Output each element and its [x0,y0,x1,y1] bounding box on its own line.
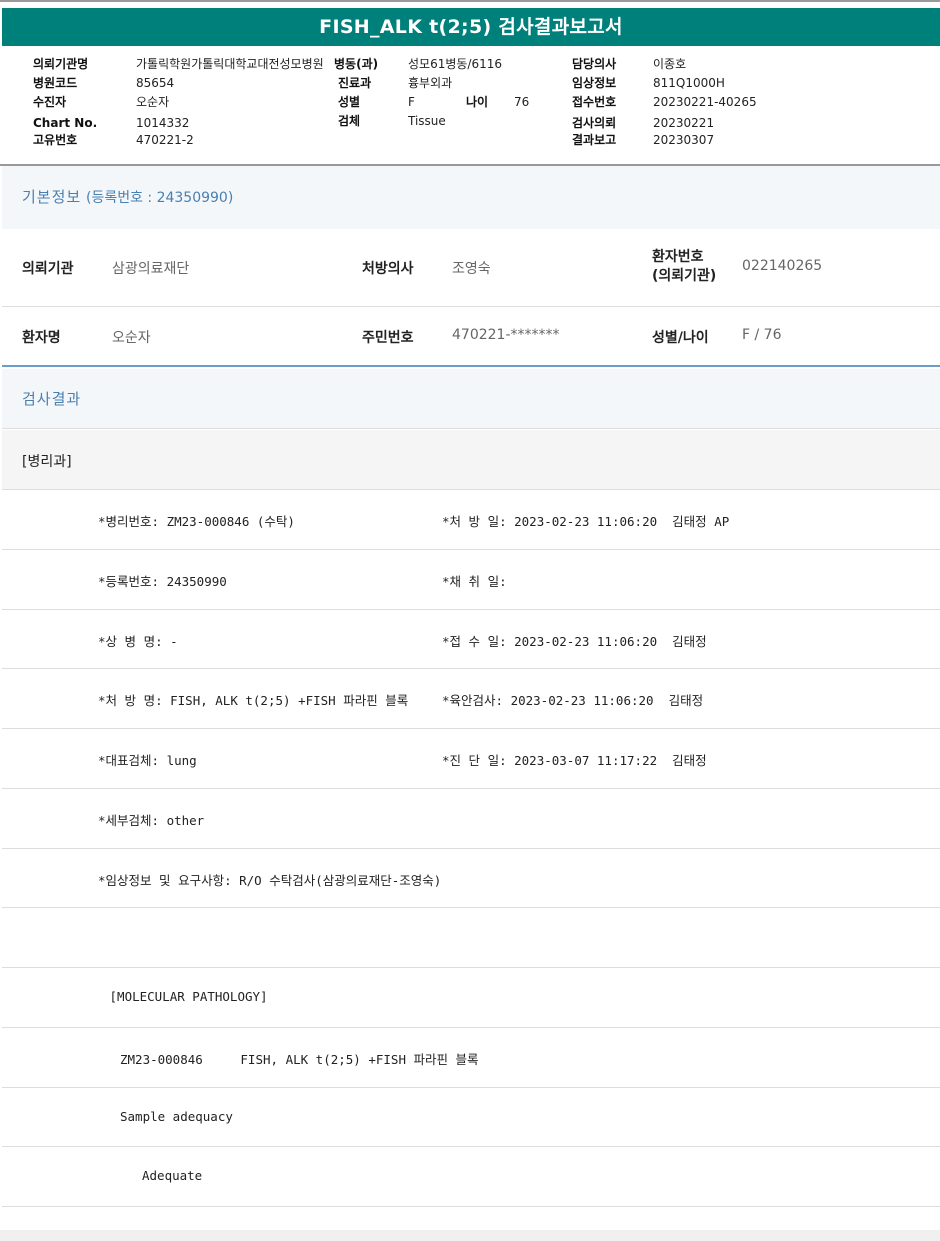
recv-label: 수진자 [33,95,67,109]
code-label: 병원코드 [33,76,78,90]
report-value: 20230307 [653,133,715,147]
pathology-number: *병리번호: ZM23-000846 (수탁) [98,514,295,529]
result-row: Sample adequacy [2,1088,940,1147]
pid-label: 환자번호 [652,249,704,265]
pid-label-sub: (의뢰기관) [652,268,717,284]
main-specimen: *대표검체: lung [98,753,197,768]
doctor-value: 이종호 [653,57,687,71]
result-header: 검사결과 [2,369,940,429]
doctor-label: 담당의사 [572,57,617,71]
sub-specimen: *세부검체: other [98,813,205,828]
bottom-strip [0,1230,940,1241]
result-row: ZM23-000846 FISH, ALK t(2;5) +FISH 파라핀 블… [2,1028,940,1088]
sample-adequacy-value: Adequate [142,1168,203,1183]
diagnosis-name: *상 병 명: - [98,634,178,649]
accession-value: 20230221-40265 [653,95,757,109]
inst-label: 의뢰기관명 [33,57,89,71]
code-value: 85654 [136,76,175,90]
sex-label: 성별 [338,95,361,109]
basic-row-2: 환자명 오순자 주민번호 470221-******* 성별/나이 F / 76 [2,307,940,367]
result-row: *처 방 명: FISH, ALK t(2;5) +FISH 파라핀 블록 *육안… [2,669,940,729]
dept-label: 진료과 [338,76,372,90]
name-value: 오순자 [112,330,151,346]
registration-number: *등록번호: 24350990 [98,574,227,589]
request-value: 20230221 [653,116,715,130]
inst-label: 의뢰기관 [22,261,74,277]
name-label: 환자명 [22,330,61,346]
basic-info-title: 기본정보 [22,188,82,206]
basic-info-header: 기본정보 (등록번호 : 24350990) [2,166,940,229]
chart-value: 1014332 [136,116,190,130]
inst-value: 가톨릭학원가톨릭대학교대전성모병원 [136,57,324,71]
presc-value: 조영숙 [452,261,491,277]
result-row: *상 병 명: - *접 수 일: 2023-02-23 11:06:20 김태정 [2,610,940,669]
accession-label: 접수번호 [572,95,617,109]
sexage-label: 성별/나이 [652,330,709,346]
report-title: FISH_ALK t(2;5) 검사결과보고서 [2,8,940,46]
top-border [0,0,940,2]
result-row: *임상정보 및 요구사항: R/O 수탁검사(삼광의료재단-조영숙) [2,849,940,908]
specimen-label: 검체 [338,114,361,128]
ward-label: 병동(과) [334,57,379,71]
sexage-value: F / 76 [742,327,782,343]
result-row: *세부검체: other [2,789,940,849]
age-label: 나이 [466,95,489,109]
basic-row-1: 의뢰기관 삼광의료재단 처방의사 조영숙 환자번호 (의뢰기관) 02214026… [2,229,940,307]
chart-label: Chart No. [33,116,98,130]
age-value: 76 [514,95,530,109]
uid-label: 고유번호 [33,133,78,147]
ward-value: 성모61병동/6116 [408,57,503,71]
sex-value: F [408,95,415,109]
sample-adequacy-label: Sample adequacy [120,1109,233,1124]
registration-number: (등록번호 : 24350990) [85,190,234,206]
blank-row [2,908,940,968]
rrn-label: 주민번호 [362,330,414,346]
inst-value: 삼광의료재단 [112,261,190,277]
receipt-date: *접 수 일: 2023-02-23 11:06:20 김태정 [442,634,707,649]
dept-label: [병리과] [22,454,72,470]
gross-exam-date: *육안검사: 2023-02-23 11:06:20 김태정 [442,693,704,708]
dept-row: [병리과] [2,430,940,490]
result-row: [MOLECULAR PATHOLOGY] [2,968,940,1028]
result-row: *등록번호: 24350990 *채 취 일: [2,550,940,610]
rrn-value: 470221-******* [452,327,560,343]
specimen-value: Tissue [408,114,446,128]
diagnosis-date: *진 단 일: 2023-03-07 11:17:22 김태정 [442,753,707,768]
order-date: *처 방 일: 2023-02-23 11:06:20 김태정 AP [442,514,730,529]
molecular-test-line: ZM23-000846 FISH, ALK t(2;5) +FISH 파라핀 블… [120,1052,479,1067]
uid-value: 470221-2 [136,133,194,147]
dept-value: 흉부외과 [408,76,453,90]
report-label: 결과보고 [572,133,617,147]
recv-value: 오순자 [136,95,170,109]
clinical-value: 811Q1000H [653,76,725,90]
result-row: Adequate [2,1147,940,1207]
result-row: *병리번호: ZM23-000846 (수탁) *처 방 일: 2023-02-2… [2,490,940,550]
clinical-label: 임상정보 [572,76,617,90]
collection-date: *채 취 일: [442,574,507,589]
presc-label: 처방의사 [362,261,414,277]
pid-value: 022140265 [742,258,823,274]
request-label: 검사의뢰 [572,116,617,130]
result-row: *대표검체: lung *진 단 일: 2023-03-07 11:17:22 김… [2,729,940,789]
order-name: *처 방 명: FISH, ALK t(2;5) +FISH 파라핀 블록 [98,693,409,708]
molecular-pathology-heading: [MOLECULAR PATHOLOGY] [102,989,268,1004]
clinical-info: *임상정보 및 요구사항: R/O 수탁검사(삼광의료재단-조영숙) [98,873,442,888]
